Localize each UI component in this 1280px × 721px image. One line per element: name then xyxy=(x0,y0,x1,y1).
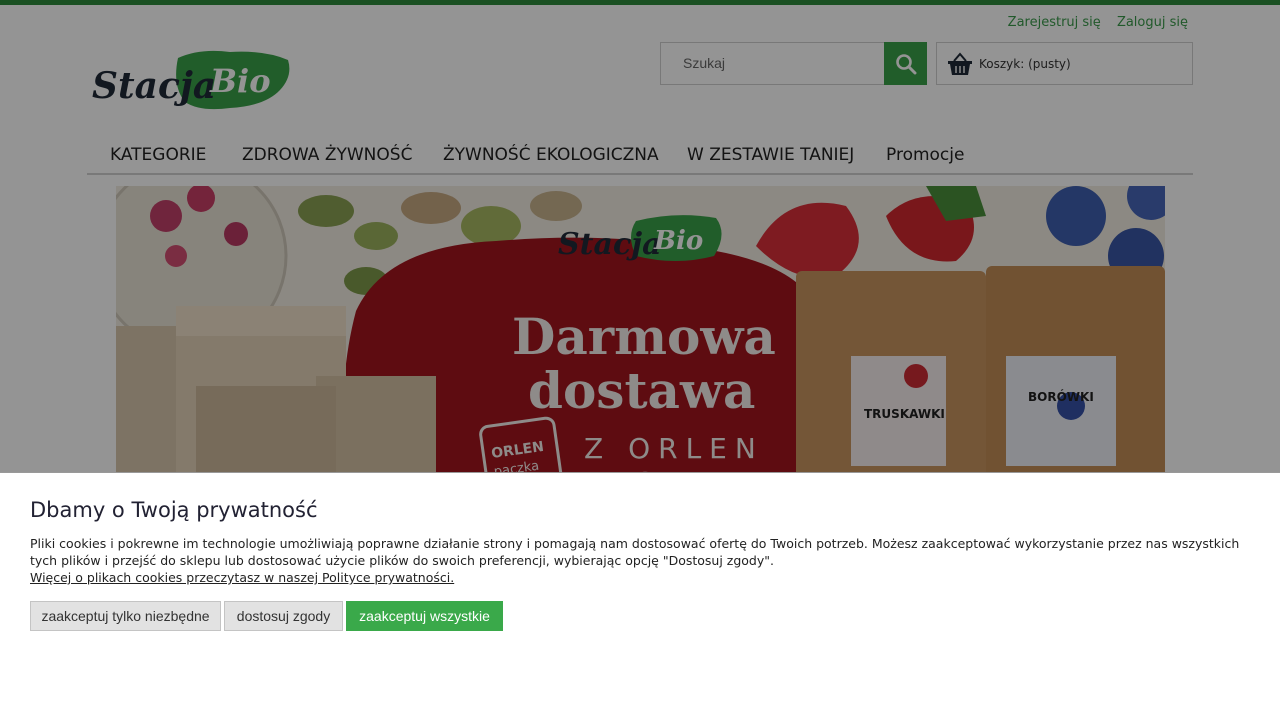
customize-consent-button[interactable]: dostosuj zgody xyxy=(224,601,343,631)
accept-necessary-button[interactable]: zaakceptuj tylko niezbędne xyxy=(30,601,221,631)
privacy-policy-link[interactable]: Więcej o plikach cookies przeczytasz w n… xyxy=(30,570,454,585)
accept-all-button[interactable]: zaakceptuj wszystkie xyxy=(346,601,503,631)
cookie-title: Dbamy o Twoją prywatność xyxy=(30,498,318,522)
cookie-description: Pliki cookies i pokrewne im technologie … xyxy=(30,536,1240,568)
cookie-consent-panel: Dbamy o Twoją prywatność Pliki cookies i… xyxy=(0,472,1280,721)
